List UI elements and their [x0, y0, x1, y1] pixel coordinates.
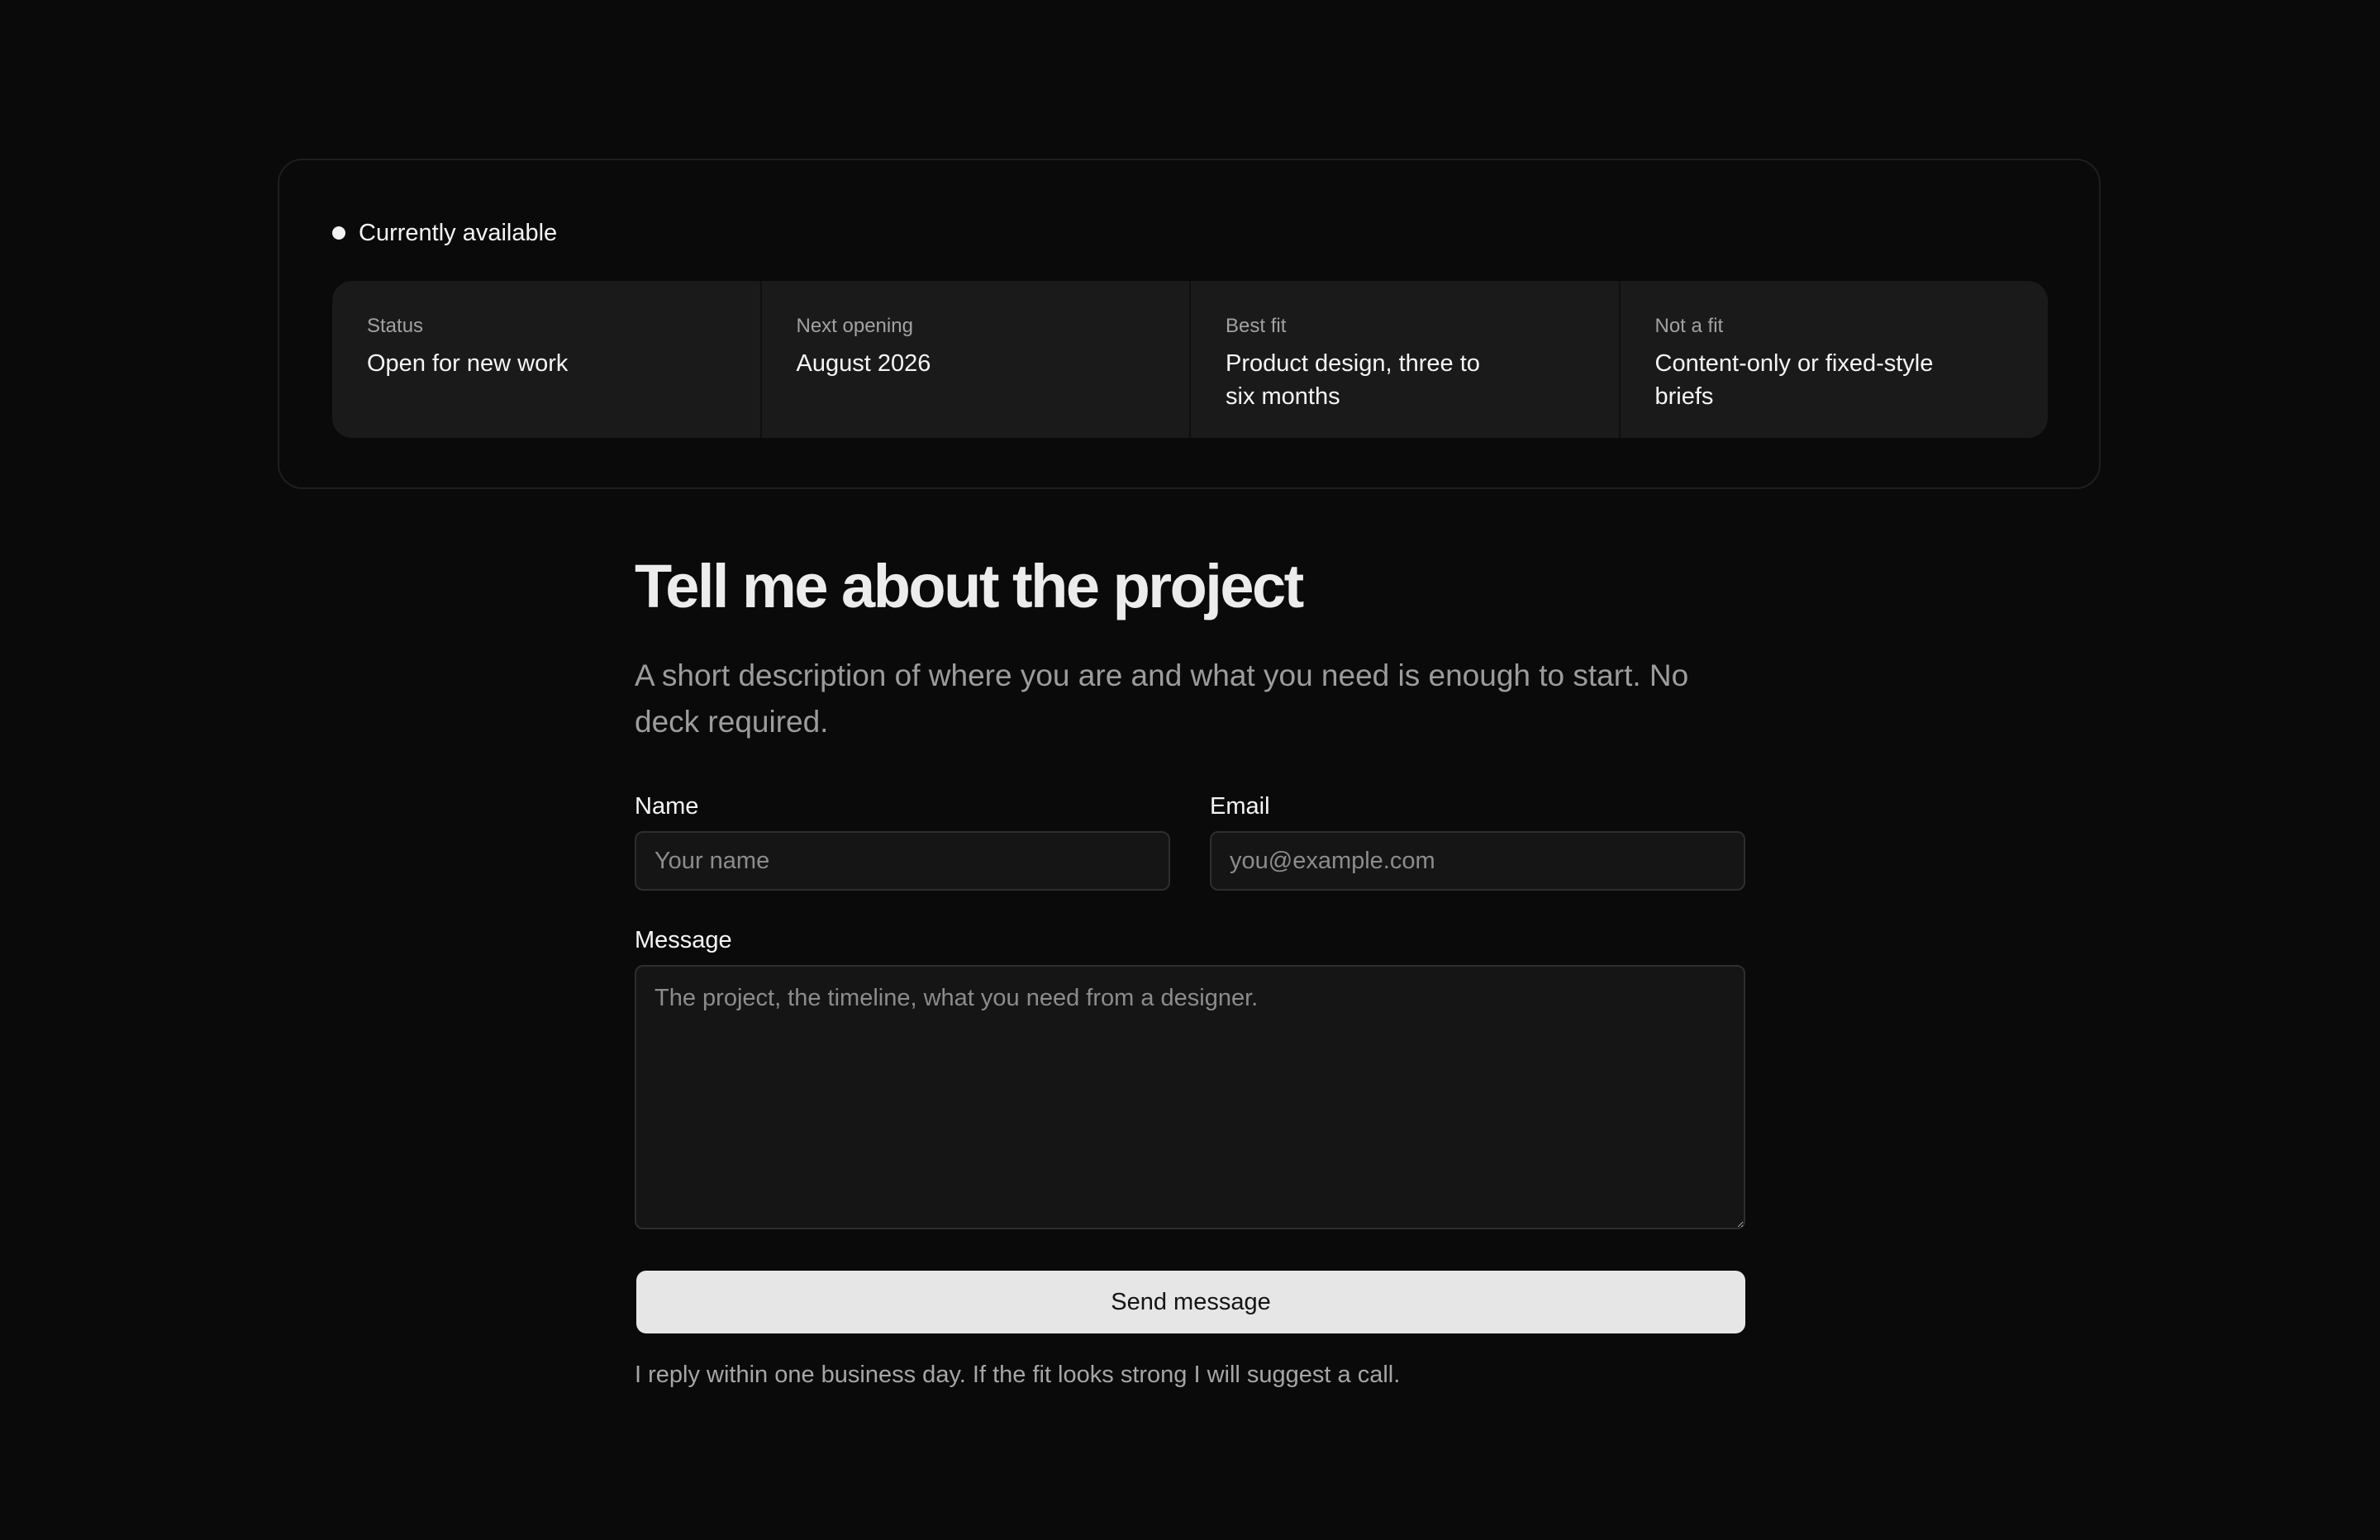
page-subtitle: A short description of where you are and…: [635, 658, 1689, 739]
availability-card: Currently available Status Open for new …: [278, 159, 2101, 489]
message-textarea[interactable]: [635, 965, 1745, 1229]
send-message-button[interactable]: Send message: [636, 1271, 1745, 1333]
email-field-group: Email: [1210, 793, 1745, 891]
email-label: Email: [1210, 793, 1270, 820]
name-field-group: Name: [635, 793, 1170, 891]
reply-note: I reply within one business day. If the …: [635, 1362, 1401, 1388]
message-field-group: Message: [635, 927, 1745, 1229]
fact-best-fit: Best fit Product design, three to six mo…: [1191, 281, 1621, 438]
availability-header: Currently available: [332, 213, 557, 253]
message-label: Message: [635, 927, 732, 953]
fact-next-opening: Next opening August 2026: [762, 281, 1191, 438]
name-input[interactable]: [635, 831, 1170, 891]
fact-label: Next opening: [796, 315, 913, 337]
fact-value: August 2026: [796, 350, 931, 377]
availability-label: Currently available: [359, 219, 558, 246]
fact-label: Best fit: [1226, 315, 1287, 337]
name-email-row: Name Email: [635, 793, 1745, 891]
availability-facts: Status Open for new work Next opening Au…: [332, 281, 2048, 438]
fact-value: Content-only or fixed-style briefs: [1654, 350, 1934, 410]
fact-label: Not a fit: [1654, 315, 1724, 337]
fact-label: Status: [367, 315, 424, 337]
fact-value: Open for new work: [367, 350, 569, 377]
fact-not-a-fit: Not a fit Content-only or fixed-style br…: [1621, 281, 2049, 438]
contact-form: Tell me about the project A short descri…: [635, 545, 1745, 1391]
email-input[interactable]: [1210, 831, 1745, 891]
name-label: Name: [635, 793, 699, 820]
fact-value: Product design, three to six months: [1226, 350, 1480, 410]
fact-status: Status Open for new work: [332, 281, 762, 438]
status-dot-icon: [332, 226, 345, 240]
page-title: Tell me about the project: [635, 552, 1304, 620]
